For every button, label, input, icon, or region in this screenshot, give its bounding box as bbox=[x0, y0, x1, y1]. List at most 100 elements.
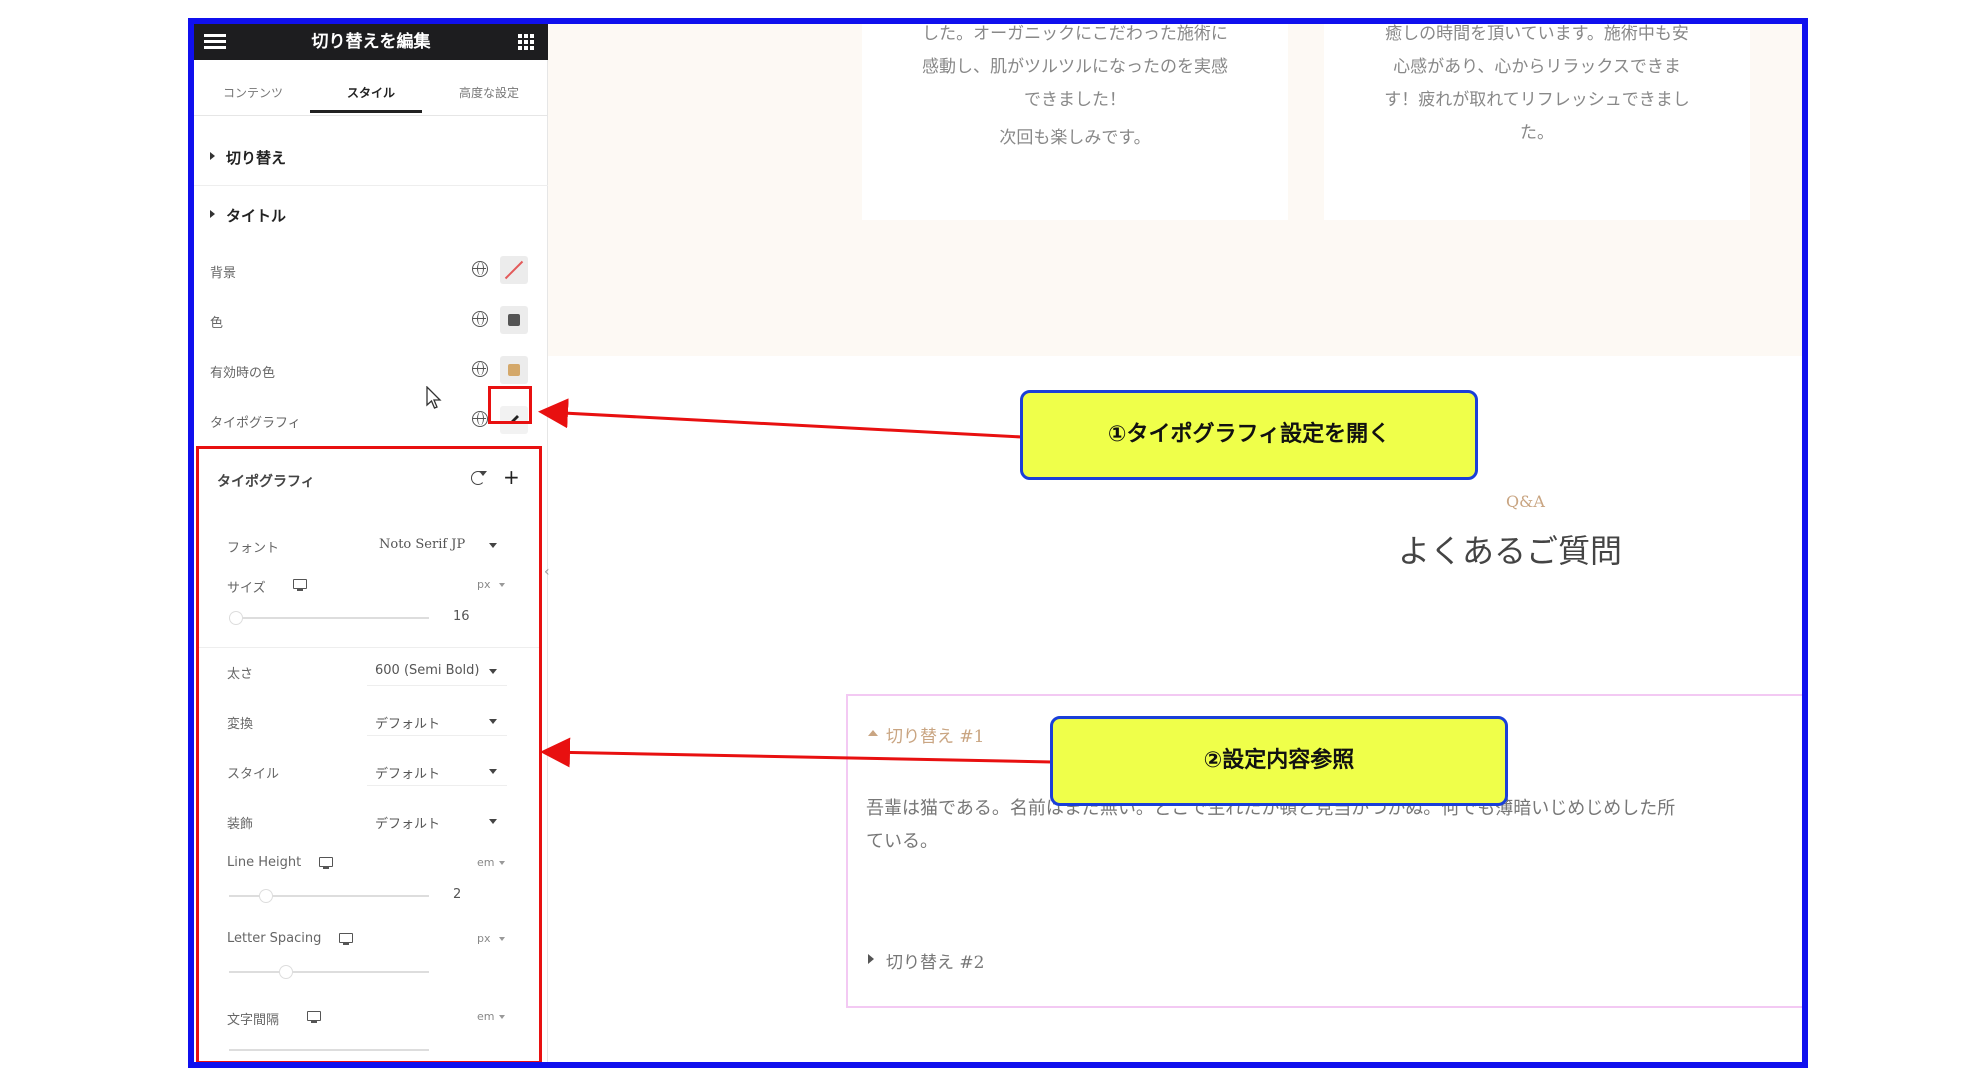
weight-row: 太さ 600 (Semi Bold) bbox=[199, 655, 539, 691]
size-unit-select[interactable]: px bbox=[477, 578, 491, 591]
apps-grid-icon[interactable] bbox=[518, 34, 534, 50]
tab-style[interactable]: スタイル bbox=[312, 84, 430, 101]
transform-label: 変換 bbox=[227, 717, 254, 732]
panel-tabs: コンテンツ スタイル 高度な設定 bbox=[194, 60, 548, 116]
active-tab-indicator bbox=[310, 110, 422, 113]
section-label: 切り替え bbox=[226, 149, 287, 167]
control-active-color: 有効時の色 bbox=[194, 350, 548, 390]
weight-select[interactable]: 600 (Semi Bold) bbox=[375, 663, 479, 678]
char-spacing-slider[interactable] bbox=[229, 1049, 429, 1051]
accordion-item-2-title[interactable]: 切り替え #2 bbox=[886, 948, 984, 973]
control-label: 色 bbox=[210, 316, 224, 331]
section-label: タイトル bbox=[226, 207, 287, 225]
select-underline bbox=[367, 785, 507, 786]
char-spacing-label: 文字間隔 bbox=[227, 1013, 280, 1028]
section-title[interactable]: タイトル bbox=[194, 186, 548, 244]
tab-advanced[interactable]: 高度な設定 bbox=[430, 84, 548, 101]
monitor-icon[interactable] bbox=[307, 1011, 321, 1023]
decoration-select[interactable]: デフォルト bbox=[375, 813, 440, 832]
globe-icon[interactable] bbox=[472, 261, 488, 277]
caret-down-icon bbox=[489, 819, 497, 824]
caret-down-icon bbox=[489, 543, 497, 548]
size-label: サイズ bbox=[227, 581, 266, 596]
testimonial-line: 癒しの時間を頂いています。施術中も安 bbox=[1385, 24, 1689, 44]
chevron-down-icon bbox=[499, 861, 505, 865]
line-height-unit-select[interactable]: em bbox=[477, 856, 494, 869]
size-slider[interactable] bbox=[229, 611, 429, 625]
caret-down-icon bbox=[489, 719, 497, 724]
select-underline bbox=[367, 735, 507, 736]
accordion-body-line: ている。 bbox=[866, 831, 938, 852]
caret-up-icon bbox=[868, 730, 878, 736]
control-label: 有効時の色 bbox=[210, 366, 276, 381]
control-color: 色 bbox=[194, 300, 548, 340]
slider-handle[interactable] bbox=[259, 889, 273, 903]
line-height-label: Line Height bbox=[227, 855, 302, 870]
chevron-down-icon bbox=[499, 583, 505, 587]
select-underline bbox=[367, 685, 507, 686]
globe-icon[interactable] bbox=[472, 361, 488, 377]
control-label: 背景 bbox=[210, 266, 237, 281]
testimonial-card: 癒しの時間を頂いています。施術中も安 心感があり、心からリラックスできま す！疲… bbox=[1324, 24, 1750, 220]
line-height-value[interactable]: 2 bbox=[453, 887, 461, 902]
caret-right-icon bbox=[868, 954, 874, 964]
slider-handle[interactable] bbox=[279, 965, 293, 979]
letter-spacing-label: Letter Spacing bbox=[227, 931, 322, 946]
reset-icon[interactable] bbox=[471, 471, 487, 485]
testimonial-line: た。 bbox=[1520, 123, 1554, 143]
letter-spacing-unit-select[interactable]: px bbox=[477, 932, 491, 945]
monitor-icon[interactable] bbox=[339, 933, 353, 945]
transform-row: 変換 デフォルト bbox=[199, 705, 539, 741]
slider-handle[interactable] bbox=[229, 611, 243, 625]
testimonial-line: できました！ bbox=[1024, 90, 1126, 110]
char-spacing-row: 文字間隔 em bbox=[199, 1001, 539, 1037]
divider bbox=[199, 647, 539, 648]
transform-select[interactable]: デフォルト bbox=[375, 713, 440, 732]
panel-title: 切り替えを編集 bbox=[311, 32, 431, 52]
typography-popover-title: タイポグラフィ bbox=[217, 474, 315, 490]
testimonial-line: す！疲れが取れてリフレッシュできまし bbox=[1384, 90, 1690, 110]
mouse-cursor-icon bbox=[426, 386, 442, 409]
control-label: タイポグラフィ bbox=[210, 416, 301, 431]
char-spacing-unit-select[interactable]: em bbox=[477, 1010, 494, 1023]
callout-open-typography: ①タイポグラフィ設定を開く bbox=[1020, 390, 1478, 480]
testimonial-line: 心感があり、心からリラックスできま bbox=[1393, 57, 1681, 77]
tab-content[interactable]: コンテンツ bbox=[194, 84, 312, 101]
typography-popover: タイポグラフィ + フォント Noto Serif JP サイズ px 16 太… bbox=[196, 446, 542, 1062]
monitor-icon[interactable] bbox=[293, 579, 307, 591]
chevron-down-icon bbox=[499, 937, 505, 941]
letter-spacing-row: Letter Spacing px bbox=[199, 923, 539, 959]
size-value[interactable]: 16 bbox=[453, 609, 470, 624]
globe-icon[interactable] bbox=[472, 411, 488, 427]
swatch-fill bbox=[508, 314, 520, 326]
caret-right-icon bbox=[210, 152, 215, 160]
editor-panel: 切り替えを編集 コンテンツ スタイル 高度な設定 切り替え タイトル 背景 色 … bbox=[194, 24, 550, 1062]
font-family-select[interactable]: Noto Serif JP bbox=[379, 537, 465, 552]
caret-down-icon bbox=[489, 669, 497, 674]
style-label: スタイル bbox=[227, 767, 280, 782]
font-label: フォント bbox=[227, 541, 280, 556]
panel-header: 切り替えを編集 bbox=[194, 24, 548, 60]
globe-icon[interactable] bbox=[472, 311, 488, 327]
text-color-swatch[interactable] bbox=[500, 306, 528, 334]
monitor-icon[interactable] bbox=[319, 857, 333, 869]
style-row: スタイル デフォルト bbox=[199, 755, 539, 791]
screenshot-frame: 切り替えを編集 コンテンツ スタイル 高度な設定 切り替え タイトル 背景 色 … bbox=[188, 18, 1808, 1068]
accordion-item-1-title[interactable]: 切り替え #1 bbox=[886, 722, 984, 747]
no-color-slash-icon bbox=[504, 260, 524, 280]
section-toggle[interactable]: 切り替え bbox=[194, 128, 548, 186]
caret-down-icon bbox=[489, 769, 497, 774]
control-background: 背景 bbox=[194, 250, 548, 290]
font-family-row: フォント Noto Serif JP bbox=[199, 529, 539, 565]
line-height-row: Line Height em bbox=[199, 847, 539, 883]
active-color-swatch[interactable] bbox=[500, 356, 528, 384]
background-color-swatch[interactable] bbox=[500, 256, 528, 284]
style-select[interactable]: デフォルト bbox=[375, 763, 440, 782]
faq-title: よくあるご質問 bbox=[1398, 532, 1623, 570]
letter-spacing-slider[interactable] bbox=[229, 965, 429, 979]
weight-label: 太さ bbox=[227, 667, 254, 682]
plus-icon[interactable]: + bbox=[503, 467, 520, 487]
line-height-slider[interactable] bbox=[229, 889, 429, 903]
testimonial-line: した。オーガニックにこだわった施術に bbox=[922, 24, 1228, 44]
testimonial-line: 次回も楽しみです。 bbox=[999, 128, 1151, 148]
